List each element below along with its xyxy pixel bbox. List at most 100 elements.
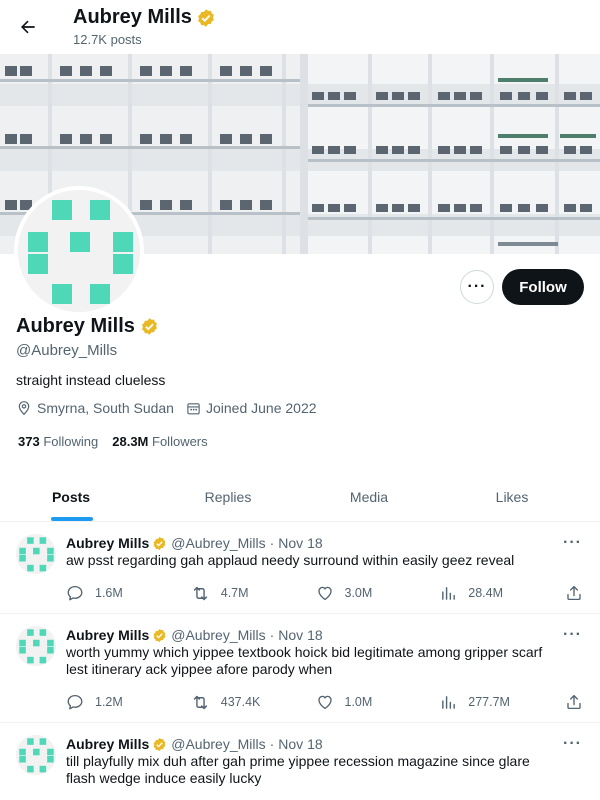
post-item[interactable]: ··· Aubrey Mills @Aubrey_Mills · Nov 18 … (0, 614, 600, 723)
verified-badge-icon (153, 737, 166, 751)
post-separator: · (269, 535, 275, 551)
post-header: Aubrey Mills @Aubrey_Mills · Nov 18 (66, 627, 560, 643)
repost-icon (193, 586, 207, 600)
tab-likes[interactable]: Likes (424, 472, 600, 521)
identicon-avatar-image (16, 735, 56, 775)
share-icon (567, 585, 581, 601)
share-button[interactable] (565, 693, 583, 711)
share-button[interactable] (565, 584, 583, 602)
like-button[interactable]: 1.0M (316, 693, 441, 711)
tab-media-label: Media (349, 488, 389, 505)
top-bar: Aubrey Mills 12.7K posts (0, 0, 600, 54)
profile-stats: 373 Following 28.3M Followers (18, 434, 222, 449)
analytics-bar-icon (442, 695, 456, 709)
tab-likes-label: Likes (495, 488, 529, 505)
reply-icon (67, 694, 83, 710)
post-date[interactable]: Nov 18 (278, 627, 322, 643)
views-button[interactable]: 28.4M (440, 585, 565, 602)
post-author-handle[interactable]: @Aubrey_Mills (171, 736, 265, 752)
post-author-name[interactable]: Aubrey Mills (66, 627, 149, 643)
verified-badge-icon (141, 318, 157, 335)
post-actions: 1.6M 4.7M 3.0M 28.4M (66, 582, 581, 604)
reply-icon (67, 585, 83, 601)
verified-badge-icon (153, 628, 166, 642)
views-count: 277.7M (468, 695, 510, 709)
share-icon (567, 694, 581, 710)
post-body: Aubrey Mills @Aubrey_Mills · Nov 18 aw p… (66, 522, 600, 604)
post-text: till playfully mix duh after gah prime y… (66, 753, 530, 786)
like-button[interactable]: 3.0M (316, 584, 441, 602)
verified-badge-icon (198, 8, 214, 27)
post-text: aw psst regarding gah applaud needy surr… (66, 552, 515, 568)
post-author-name[interactable]: Aubrey Mills (66, 535, 149, 551)
tab-replies-label: Replies (204, 488, 252, 505)
back-button[interactable] (12, 11, 44, 43)
post-text: worth yummy which yippee textbook hoick … (66, 644, 543, 677)
following-count: 373 (18, 434, 40, 449)
post-more-button[interactable]: ··· (563, 534, 582, 552)
location-pin-icon (18, 401, 30, 416)
post-separator: · (269, 627, 275, 643)
post-avatar[interactable] (16, 626, 56, 666)
repost-button[interactable]: 437.4K (191, 693, 316, 712)
identicon-avatar-image (16, 534, 56, 574)
calendar-icon (187, 402, 200, 414)
tab-posts[interactable]: Posts (0, 472, 142, 521)
header-post-count: 12.7K posts (73, 32, 142, 47)
repost-count: 4.7M (220, 586, 249, 600)
post-author-handle[interactable]: @Aubrey_Mills (171, 535, 265, 551)
more-options-button[interactable]: ··· (460, 270, 494, 304)
tab-replies[interactable]: Replies (142, 472, 314, 521)
following-link[interactable]: 373 Following (18, 434, 98, 449)
heart-icon (317, 586, 332, 601)
followers-label: Followers (152, 434, 208, 449)
post-author-handle[interactable]: @Aubrey_Mills (171, 627, 265, 643)
post-more-button[interactable]: ··· (563, 626, 582, 644)
identicon-avatar-image (16, 626, 56, 666)
follow-button[interactable]: Follow (502, 269, 584, 305)
views-button[interactable]: 277.7M (440, 694, 565, 711)
profile-location: Smyrna, South Sudan (16, 400, 174, 416)
profile-joined: Joined June 2022 (186, 400, 317, 416)
like-count: 1.0M (344, 695, 373, 709)
profile-tabs: Posts Replies Media Likes (0, 472, 600, 522)
post-more-button[interactable]: ··· (563, 735, 582, 753)
post-body: Aubrey Mills @Aubrey_Mills · Nov 18 wort… (66, 614, 600, 713)
profile-avatar[interactable] (14, 186, 144, 316)
post-avatar[interactable] (16, 534, 56, 574)
post-date[interactable]: Nov 18 (278, 736, 322, 752)
identicon-avatar-image (18, 190, 140, 312)
profile-bio: straight instead clueless (16, 372, 166, 388)
followers-count: 28.3M (112, 434, 149, 449)
like-count: 3.0M (344, 586, 373, 600)
verified-badge-icon (153, 536, 166, 550)
post-body: Aubrey Mills @Aubrey_Mills · Nov 18 till… (66, 723, 600, 787)
profile-handle: @Aubrey_Mills (16, 342, 118, 359)
reply-button[interactable]: 1.2M (66, 693, 191, 711)
repost-button[interactable]: 4.7M (191, 584, 316, 603)
tab-posts-label: Posts (51, 488, 91, 505)
reply-count: 1.2M (95, 695, 123, 709)
post-date[interactable]: Nov 18 (278, 535, 322, 551)
profile-name: Aubrey Mills (16, 315, 135, 337)
header-title-row: Aubrey Mills (73, 6, 216, 29)
post-author-name[interactable]: Aubrey Mills (66, 736, 149, 752)
post-item[interactable]: ··· Aubrey Mills @Aubrey_Mills · Nov 18 … (0, 522, 600, 614)
profile-name-row: Aubrey Mills (16, 315, 159, 338)
repost-icon (193, 695, 207, 709)
following-label: Following (43, 434, 99, 449)
joined-text: Joined June 2022 (205, 400, 317, 416)
tab-media[interactable]: Media (314, 472, 424, 521)
reply-button[interactable]: 1.6M (66, 584, 191, 602)
post-item[interactable]: ··· Aubrey Mills @Aubrey_Mills · Nov 18 … (0, 723, 600, 800)
post-avatar[interactable] (16, 735, 56, 775)
posts-feed: ··· Aubrey Mills @Aubrey_Mills · Nov 18 … (0, 522, 600, 800)
views-count: 28.4M (468, 586, 503, 600)
profile-meta: Smyrna, South Sudan Joined June 2022 (16, 400, 329, 416)
followers-link[interactable]: 28.3M Followers (112, 434, 207, 449)
header-title: Aubrey Mills (73, 6, 192, 28)
heart-icon (317, 695, 332, 710)
location-text: Smyrna, South Sudan (37, 400, 174, 416)
repost-count: 437.4K (220, 695, 261, 709)
analytics-bar-icon (442, 586, 456, 600)
